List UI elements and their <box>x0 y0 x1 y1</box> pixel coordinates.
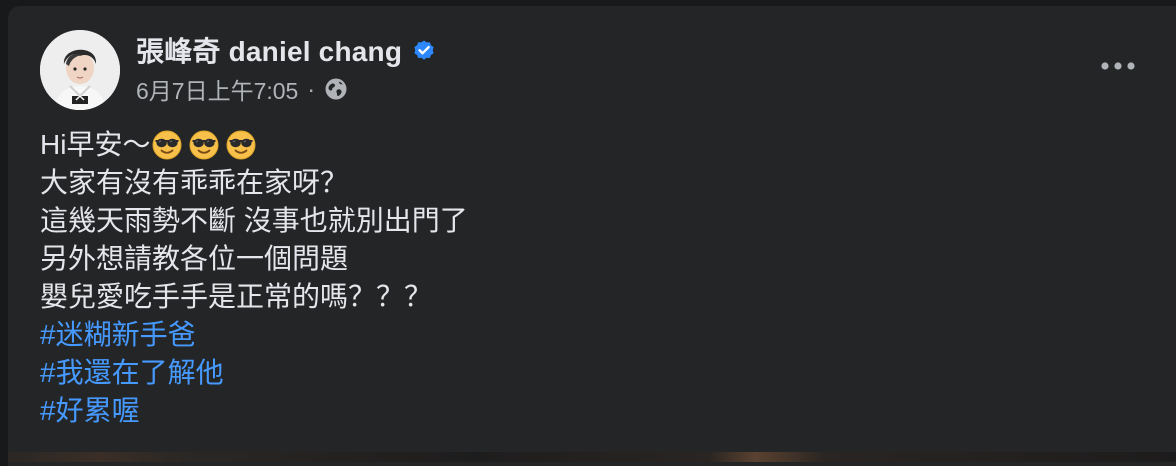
emoji-group <box>152 130 263 160</box>
hashtag-line: #我還在了解他 <box>40 354 1140 392</box>
author-name[interactable]: 張峰奇 daniel chang <box>136 30 402 70</box>
author-line: 張峰奇 daniel chang <box>136 32 436 68</box>
profile-photo-icon <box>40 30 120 110</box>
sunglasses-emoji-icon <box>152 130 182 160</box>
post-line: 嬰兒愛吃手手是正常的嗎？？？ <box>40 281 433 312</box>
post-timestamp[interactable]: 6月7日上午7:05 <box>136 72 298 106</box>
greeting-text: Hi早安～ <box>40 129 151 160</box>
hashtag-link[interactable]: #好累喔 <box>40 392 140 430</box>
hashtag-link[interactable]: #我還在了解他 <box>40 354 224 392</box>
post-meta: 6月7日上午7:05 · <box>136 74 348 104</box>
post-card: 張峰奇 daniel chang 6月7日上午7:05 · Hi早安～ 大家有沒… <box>8 6 1176 466</box>
meta-separator: · <box>307 75 316 102</box>
more-horizontal-icon <box>1101 62 1135 70</box>
post-text: Hi早安～ 大家有沒有乖乖在家呀？ 這幾天雨勢不斷 沒事也就別出門了 另外想請教… <box>40 126 1140 430</box>
more-options-button[interactable] <box>1090 46 1146 86</box>
hashtag-link[interactable]: #迷糊新手爸 <box>40 316 196 354</box>
post-line: 這幾天雨勢不斷 沒事也就別出門了 <box>40 205 468 236</box>
hashtag-line: #迷糊新手爸 <box>40 316 1140 354</box>
avatar[interactable] <box>40 30 120 110</box>
post-line-greeting: Hi早安～ <box>40 126 1140 164</box>
globe-icon[interactable] <box>324 77 348 101</box>
sunglasses-emoji-icon <box>226 130 256 160</box>
verified-badge-icon <box>412 38 436 62</box>
sunglasses-emoji-icon <box>189 130 219 160</box>
hashtag-line: #好累喔 <box>40 392 1140 430</box>
post-line: 另外想請教各位一個問題 <box>40 243 349 274</box>
post-line: 大家有沒有乖乖在家呀？ <box>40 167 349 198</box>
post-media-preview[interactable] <box>8 452 1176 462</box>
